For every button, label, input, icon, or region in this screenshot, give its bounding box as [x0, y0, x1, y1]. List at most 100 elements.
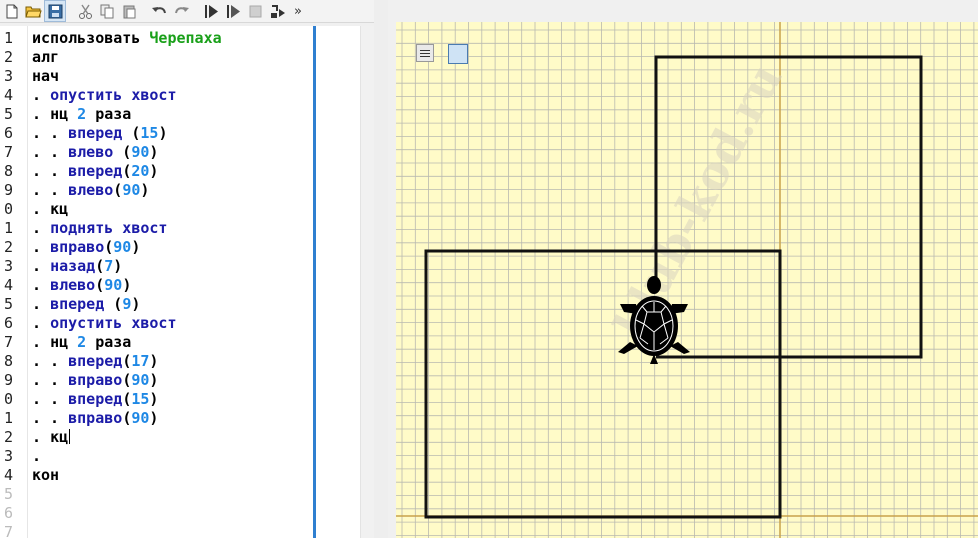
code-line[interactable]: . . вперед(17) — [32, 352, 158, 371]
code-line[interactable]: . — [32, 447, 41, 466]
code-editor[interactable]: 123456789012345678901234567 использовать… — [0, 26, 374, 538]
code-token: вправо — [68, 371, 123, 389]
code-line[interactable]: . . вправо(90) — [32, 371, 158, 390]
code-token: ( — [104, 238, 114, 256]
save-icon — [48, 4, 62, 18]
code-token: . . — [32, 409, 69, 427]
cut-button[interactable] — [74, 0, 96, 22]
code-token: вправо — [50, 238, 105, 256]
step-run-button[interactable] — [222, 0, 244, 22]
line-number: 4 — [3, 466, 13, 484]
code-token: поднять хвост — [50, 219, 168, 237]
code-line[interactable]: . . вперед(20) — [32, 162, 158, 181]
code-token: . — [32, 200, 51, 218]
code-token: ( — [122, 162, 132, 180]
toolbar-overflow-button[interactable]: » — [288, 0, 308, 22]
code-line[interactable]: . нц 2 раза — [32, 333, 131, 352]
code-token: ( — [122, 371, 132, 389]
code-line[interactable]: использовать Черепаха — [32, 29, 222, 48]
code-token: нц — [50, 333, 78, 351]
code-token: вперед — [68, 390, 123, 408]
code-token: 90 — [122, 181, 141, 199]
save-button[interactable] — [44, 0, 66, 22]
code-token: ) — [149, 143, 159, 161]
code-line[interactable]: . нц 2 раза — [32, 105, 131, 124]
code-line[interactable]: . вперед (9) — [32, 295, 140, 314]
editor-scrollbar[interactable] — [360, 26, 374, 538]
line-number: 4 — [3, 86, 13, 104]
open-folder-icon — [24, 6, 42, 17]
code-line[interactable]: . влево(90) — [32, 276, 131, 295]
redo-button[interactable] — [170, 0, 192, 22]
code-token: влево — [68, 181, 114, 199]
code-token: раза — [86, 333, 132, 351]
code-token: ( — [122, 390, 132, 408]
code-token: ( — [122, 352, 132, 370]
code-token: . — [32, 447, 42, 465]
line-number: 2 — [3, 48, 13, 66]
paste-button[interactable] — [118, 0, 140, 22]
code-token: ) — [149, 409, 159, 427]
line-number: 2 — [3, 428, 13, 446]
code-token: нач — [32, 67, 60, 85]
canvas-background — [396, 22, 978, 538]
editor-margin-line — [313, 26, 316, 538]
new-file-button[interactable] — [0, 0, 22, 22]
code-token: ( — [113, 181, 123, 199]
code-line[interactable]: алг — [32, 48, 59, 67]
line-number: 7 — [3, 143, 13, 161]
open-folder-button[interactable] — [22, 0, 44, 22]
code-token: вправо — [68, 409, 123, 427]
code-line[interactable]: кон — [32, 466, 59, 485]
code-token: вперед — [68, 352, 123, 370]
code-line[interactable]: . вправо(90) — [32, 238, 140, 257]
code-token: 17 — [131, 352, 150, 370]
code-token: ( — [122, 409, 132, 427]
code-line[interactable]: нач — [32, 67, 59, 86]
code-line[interactable]: . назад(7) — [32, 257, 122, 276]
code-line[interactable]: . . влево(90) — [32, 181, 149, 200]
turtle-canvas[interactable]: klub-kod.ru — [396, 22, 978, 538]
code-line[interactable]: . кц — [32, 428, 71, 447]
code-line[interactable]: . . вперед (15) — [32, 124, 167, 143]
code-token: ( — [95, 276, 105, 294]
code-line[interactable]: . поднять хвост — [32, 219, 167, 238]
code-line[interactable]: . . влево (90) — [32, 143, 158, 162]
code-token: 90 — [131, 143, 150, 161]
line-number: 3 — [3, 257, 13, 275]
copy-button[interactable] — [96, 0, 118, 22]
code-token: кон — [32, 466, 60, 484]
code-token: . . — [32, 352, 69, 370]
code-token: ) — [149, 352, 159, 370]
line-number: 7 — [3, 333, 13, 351]
code-token: 90 — [131, 371, 150, 389]
run-button[interactable] — [200, 0, 222, 22]
code-line[interactable]: . опустить хвост — [32, 86, 177, 105]
line-number: 9 — [3, 371, 13, 389]
step-run-icon — [226, 4, 240, 18]
code-token: раза — [86, 105, 132, 123]
step-into-button[interactable] — [266, 0, 288, 22]
line-number: 5 — [3, 485, 13, 503]
canvas-menu-button[interactable] — [416, 44, 434, 62]
code-line[interactable]: . . вправо(90) — [32, 409, 158, 428]
code-token: ) — [131, 295, 141, 313]
code-token: . — [32, 86, 51, 104]
code-token: . — [32, 238, 51, 256]
canvas-color-button[interactable] — [448, 44, 468, 64]
stop-button[interactable] — [244, 0, 266, 22]
line-number: 1 — [3, 409, 13, 427]
code-line[interactable]: . кц — [32, 200, 68, 219]
stop-icon — [249, 5, 261, 17]
turtle-drawing: klub-kod.ru — [396, 22, 978, 538]
code-line[interactable]: . опустить хвост — [32, 314, 177, 333]
code-token: ) — [158, 124, 168, 142]
pane-splitter[interactable] — [374, 0, 388, 538]
undo-button[interactable] — [148, 0, 170, 22]
code-line[interactable]: . . вперед(15) — [32, 390, 158, 409]
code-token: 9 — [122, 295, 132, 313]
code-token: 2 — [77, 105, 87, 123]
line-number: 8 — [3, 352, 13, 370]
line-number: 8 — [3, 162, 13, 180]
code-token: . — [32, 257, 51, 275]
